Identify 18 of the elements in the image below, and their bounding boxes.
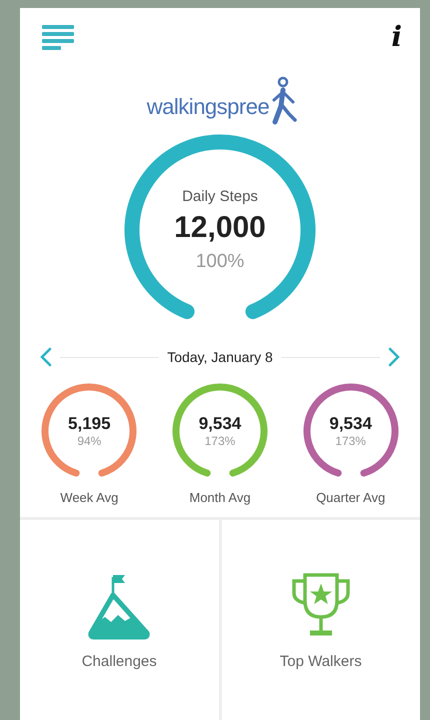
avg-label: Month Avg: [189, 490, 251, 505]
avg-percent: 94%: [77, 434, 102, 448]
steps-percent: 100%: [196, 250, 244, 272]
info-button[interactable]: i: [387, 22, 406, 52]
menu-icon[interactable]: [42, 24, 76, 50]
logo-text: walkingspree: [146, 94, 270, 121]
date-label: Today, January 8: [167, 349, 273, 365]
chevron-left-icon[interactable]: [40, 347, 52, 367]
chevron-right-icon[interactable]: [388, 347, 400, 367]
avg-value: 5,195: [68, 414, 111, 434]
avg-value: 9,534: [329, 414, 372, 434]
avg-percent: 173%: [335, 434, 366, 448]
avg-percent: 173%: [204, 434, 236, 448]
avg-value: 9,534: [198, 414, 242, 434]
avg-label: Quarter Avg: [316, 490, 386, 505]
steps-value: 12,000: [174, 210, 266, 244]
avg-label: Week Avg: [60, 490, 118, 505]
steps-label: Daily Steps: [182, 188, 258, 204]
